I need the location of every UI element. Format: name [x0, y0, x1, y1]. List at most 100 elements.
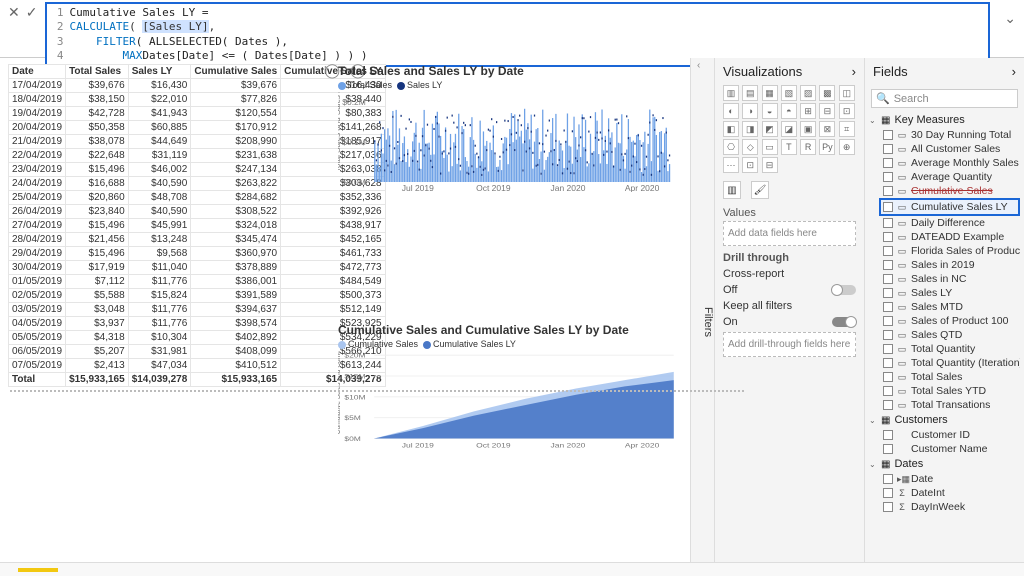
chart-cumulative[interactable]: Cumulative Sales and Cumulative Sales LY…	[338, 323, 678, 576]
chevron-right-icon[interactable]: ›	[1012, 64, 1016, 79]
viz-type-icon[interactable]: ▤	[742, 85, 758, 101]
expand-formula-icon[interactable]: ⌄	[996, 0, 1024, 37]
field-item[interactable]: ▭Average Monthly Sales	[869, 156, 1020, 170]
table-row[interactable]: 25/04/2019$20,860$48,708$284,682$352,336	[9, 191, 386, 205]
field-item[interactable]: ▭Total Transations	[869, 398, 1020, 412]
viz-type-icon[interactable]: ◫	[839, 85, 855, 101]
viz-type-icon[interactable]: ⎔	[723, 139, 739, 155]
column-header[interactable]: Total Sales	[66, 65, 129, 79]
table-row[interactable]: 26/04/2019$23,840$40,590$308,522$392,926	[9, 205, 386, 219]
viz-type-icon[interactable]: ◪	[781, 121, 797, 137]
table-row[interactable]: 17/04/2019$39,676$16,430$39,676$16,430	[9, 79, 386, 93]
table-row[interactable]: 28/04/2019$21,456$13,248$345,474$452,165	[9, 233, 386, 247]
viz-type-icon[interactable]: ▭	[762, 139, 778, 155]
viz-type-icon[interactable]: ◩	[762, 121, 778, 137]
table-row[interactable]: 24/04/2019$16,688$40,590$263,822$303,628	[9, 177, 386, 191]
table-row[interactable]: 01/05/2019$7,112$11,776$386,001$484,549	[9, 275, 386, 289]
keep-filters-toggle[interactable]	[832, 317, 856, 327]
field-item[interactable]: ▭Total Sales YTD	[869, 384, 1020, 398]
table-row[interactable]: 27/04/2019$15,496$45,991$324,018$438,917	[9, 219, 386, 233]
field-item[interactable]: ▭Average Quantity	[869, 170, 1020, 184]
table-row[interactable]: 22/04/2019$22,648$31,119$231,638$217,036	[9, 149, 386, 163]
field-item[interactable]: ΣDayInWeek	[869, 500, 1020, 514]
field-item[interactable]: ▭Sales of Product 100	[869, 314, 1020, 328]
viz-type-icon[interactable]: ▣	[800, 121, 816, 137]
table-row[interactable]: 03/05/2019$3,048$11,776$394,637$512,149	[9, 303, 386, 317]
field-item[interactable]: ▭Total Sales	[869, 370, 1020, 384]
field-item[interactable]: ▭30 Day Running Total	[869, 128, 1020, 142]
field-item[interactable]: ▭Total Quantity (Iteration)	[869, 356, 1020, 370]
viz-type-icon[interactable]: ◒	[762, 103, 778, 119]
field-item[interactable]: ▭Sales in NC	[869, 272, 1020, 286]
viz-type-icon[interactable]: ▥	[723, 85, 739, 101]
column-header[interactable]: Sales LY	[128, 65, 191, 79]
viz-type-icon[interactable]: ⌗	[839, 121, 855, 137]
field-item[interactable]: ▭Sales MTD	[869, 300, 1020, 314]
table-row[interactable]: 21/04/2019$38,078$44,649$208,990$185,917	[9, 135, 386, 149]
field-item[interactable]: ▭Total Quantity	[869, 342, 1020, 356]
table-row[interactable]: 30/04/2019$17,919$11,040$378,889$472,773	[9, 261, 386, 275]
table-row[interactable]: 29/04/2019$15,496$9,568$360,970$461,733	[9, 247, 386, 261]
table-row[interactable]: 18/04/2019$38,150$22,010$77,826$38,440	[9, 93, 386, 107]
values-well[interactable]: Add data fields here	[723, 221, 856, 246]
cancel-icon[interactable]: ✕	[8, 4, 20, 21]
field-item[interactable]: ▭Cumulative Sales LY	[879, 198, 1020, 216]
viz-type-icon[interactable]: ▧	[781, 85, 797, 101]
drillthrough-well[interactable]: Add drill-through fields here	[723, 332, 856, 357]
chart-total-sales[interactable]: Total Sales and Sales LY by Date Total S…	[338, 64, 678, 317]
table-row[interactable]: 07/05/2019$2,413$47,034$410,512$613,244	[9, 359, 386, 373]
viz-type-icon[interactable]: ◇	[742, 139, 758, 155]
cross-report-toggle[interactable]	[832, 285, 856, 295]
format-tab-icon[interactable]: 🖌	[751, 181, 769, 199]
table-row[interactable]: 20/04/2019$50,358$60,885$170,912$141,268	[9, 121, 386, 135]
field-item[interactable]: ▭Florida Sales of Product 2 ...	[869, 244, 1020, 258]
field-group-header[interactable]: ⌄▦Key Measures	[869, 112, 1020, 128]
viz-type-icon[interactable]: ⊟	[762, 157, 778, 173]
field-group-header[interactable]: ⌄▦Customers	[869, 412, 1020, 428]
field-item[interactable]: ▭Daily Difference	[869, 216, 1020, 230]
viz-type-icon[interactable]: Py	[819, 139, 835, 155]
viz-type-icon[interactable]: ◨	[742, 121, 758, 137]
search-input[interactable]: 🔍Search	[871, 89, 1018, 108]
filters-panel-collapsed[interactable]: Filters	[690, 58, 714, 576]
viz-type-icon[interactable]: ◧	[723, 121, 739, 137]
viz-type-icon[interactable]: ◑	[742, 103, 758, 119]
field-item[interactable]: ▭Sales LY	[869, 286, 1020, 300]
column-header[interactable]: Date	[9, 65, 66, 79]
table-row[interactable]: 05/05/2019$4,318$10,304$402,892$534,229	[9, 331, 386, 345]
table-row[interactable]: 06/05/2019$5,207$31,981$408,099$566,210	[9, 345, 386, 359]
viz-type-icon[interactable]: ⊠	[819, 121, 835, 137]
field-item[interactable]: ▭Cumulative Sales	[869, 184, 1020, 198]
field-item[interactable]: ▭Sales QTD	[869, 328, 1020, 342]
viz-type-icon[interactable]: ⊡	[742, 157, 758, 173]
viz-type-icon[interactable]: T	[781, 139, 797, 155]
field-item[interactable]: ▭DATEADD Example	[869, 230, 1020, 244]
viz-type-icon[interactable]: R	[800, 139, 816, 155]
viz-type-icon[interactable]: ⊟	[819, 103, 835, 119]
viz-type-icon[interactable]: ▨	[800, 85, 816, 101]
field-item[interactable]: Customer ID	[869, 428, 1020, 442]
column-header[interactable]: Cumulative Sales	[191, 65, 281, 79]
field-item[interactable]: ΣDateInt	[869, 486, 1020, 500]
viz-type-icon[interactable]: ▦	[762, 85, 778, 101]
table-row[interactable]: 19/04/2019$42,728$41,943$120,554$80,383	[9, 107, 386, 121]
viz-type-icon[interactable]: ▩	[819, 85, 835, 101]
table-row[interactable]: 04/05/2019$3,937$11,776$398,574$523,925	[9, 317, 386, 331]
field-item[interactable]: Customer Name	[869, 442, 1020, 456]
data-table-visual[interactable]: DateTotal SalesSales LYCumulative SalesC…	[8, 64, 328, 576]
commit-icon[interactable]: ✓	[26, 4, 38, 21]
viz-type-icon[interactable]: ◐	[723, 103, 739, 119]
fields-tab-icon[interactable]: ▥	[723, 181, 741, 199]
field-item[interactable]: ▸▦Date	[869, 472, 1020, 486]
field-item[interactable]: ▭All Customer Sales	[869, 142, 1020, 156]
viz-type-icon[interactable]: ◓	[781, 103, 797, 119]
viz-type-icon[interactable]: ⊡	[839, 103, 855, 119]
viz-type-icon[interactable]: ⋯	[723, 157, 739, 173]
viz-type-icon[interactable]: ⊕	[839, 139, 855, 155]
table-row[interactable]: 02/05/2019$5,588$15,824$391,589$500,373	[9, 289, 386, 303]
table-row[interactable]: 23/04/2019$15,496$46,002$247,134$263,038	[9, 163, 386, 177]
field-group-header[interactable]: ⌄▦Dates	[869, 456, 1020, 472]
viz-type-icon[interactable]: ⊞	[800, 103, 816, 119]
chevron-right-icon[interactable]: ›	[852, 64, 856, 79]
field-item[interactable]: ▭Sales in 2019	[869, 258, 1020, 272]
